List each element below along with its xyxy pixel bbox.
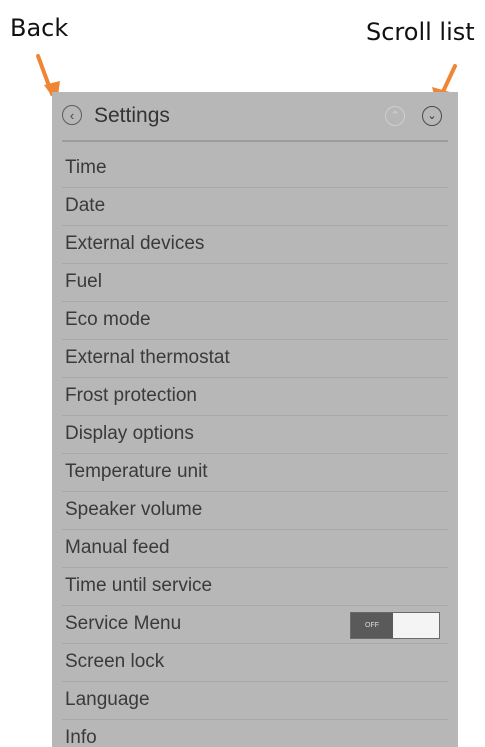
settings-item-label: Screen lock — [65, 651, 165, 672]
settings-item-label: Temperature unit — [65, 461, 208, 482]
settings-item-temperature-unit[interactable]: Temperature unit — [62, 454, 448, 492]
settings-item-label: Date — [65, 195, 106, 216]
page-title: Settings — [94, 104, 170, 127]
settings-item-label: Service Menu — [65, 613, 182, 634]
settings-item-label: Speaker volume — [65, 499, 203, 520]
header-divider — [62, 140, 448, 142]
service-menu-toggle[interactable]: OFF — [350, 612, 440, 639]
settings-panel: ‹ Settings ⌃ ⌄ Time Date External device… — [52, 92, 458, 747]
settings-item-label: Info — [65, 727, 97, 747]
settings-item-language[interactable]: Language — [62, 682, 448, 720]
settings-item-label: Language — [65, 689, 150, 710]
settings-item-external-thermostat[interactable]: External thermostat — [62, 340, 448, 378]
settings-item-label: Time until service — [65, 575, 213, 596]
chevron-left-circle-icon: ‹ — [69, 107, 75, 123]
chevron-up-circle-icon: ⌃ — [390, 109, 400, 122]
settings-item-speaker-volume[interactable]: Speaker volume — [62, 492, 448, 530]
settings-list: Time Date External devices Fuel Eco mode… — [52, 150, 458, 747]
settings-item-label: Eco mode — [65, 309, 151, 330]
settings-item-label: Fuel — [65, 271, 102, 292]
scroll-up-button[interactable]: ⌃ — [385, 106, 405, 126]
settings-item-label: Frost protection — [65, 385, 197, 406]
settings-item-time-until-service[interactable]: Time until service — [62, 568, 448, 606]
settings-item-info[interactable]: Info — [62, 720, 448, 747]
back-button[interactable]: ‹ — [62, 105, 82, 125]
settings-item-label: External thermostat — [65, 347, 230, 368]
settings-item-label: Display options — [65, 423, 194, 444]
settings-item-manual-feed[interactable]: Manual feed — [62, 530, 448, 568]
settings-item-label: External devices — [65, 233, 205, 254]
settings-item-external-devices[interactable]: External devices — [62, 226, 448, 264]
settings-item-label: Manual feed — [65, 537, 170, 558]
settings-item-date[interactable]: Date — [62, 188, 448, 226]
toggle-off-label: OFF — [351, 613, 393, 638]
settings-item-frost-protection[interactable]: Frost protection — [62, 378, 448, 416]
settings-item-service-menu[interactable]: Service Menu OFF — [62, 606, 448, 644]
settings-item-screen-lock[interactable]: Screen lock — [62, 644, 448, 682]
settings-item-label: Time — [65, 157, 107, 178]
scroll-down-button[interactable]: ⌄ — [422, 106, 442, 126]
settings-header: ‹ Settings ⌃ ⌄ — [52, 92, 458, 142]
settings-item-display-options[interactable]: Display options — [62, 416, 448, 454]
settings-item-eco-mode[interactable]: Eco mode — [62, 302, 448, 340]
settings-item-fuel[interactable]: Fuel — [62, 264, 448, 302]
settings-item-time[interactable]: Time — [62, 150, 448, 188]
chevron-down-circle-icon: ⌄ — [427, 109, 437, 122]
